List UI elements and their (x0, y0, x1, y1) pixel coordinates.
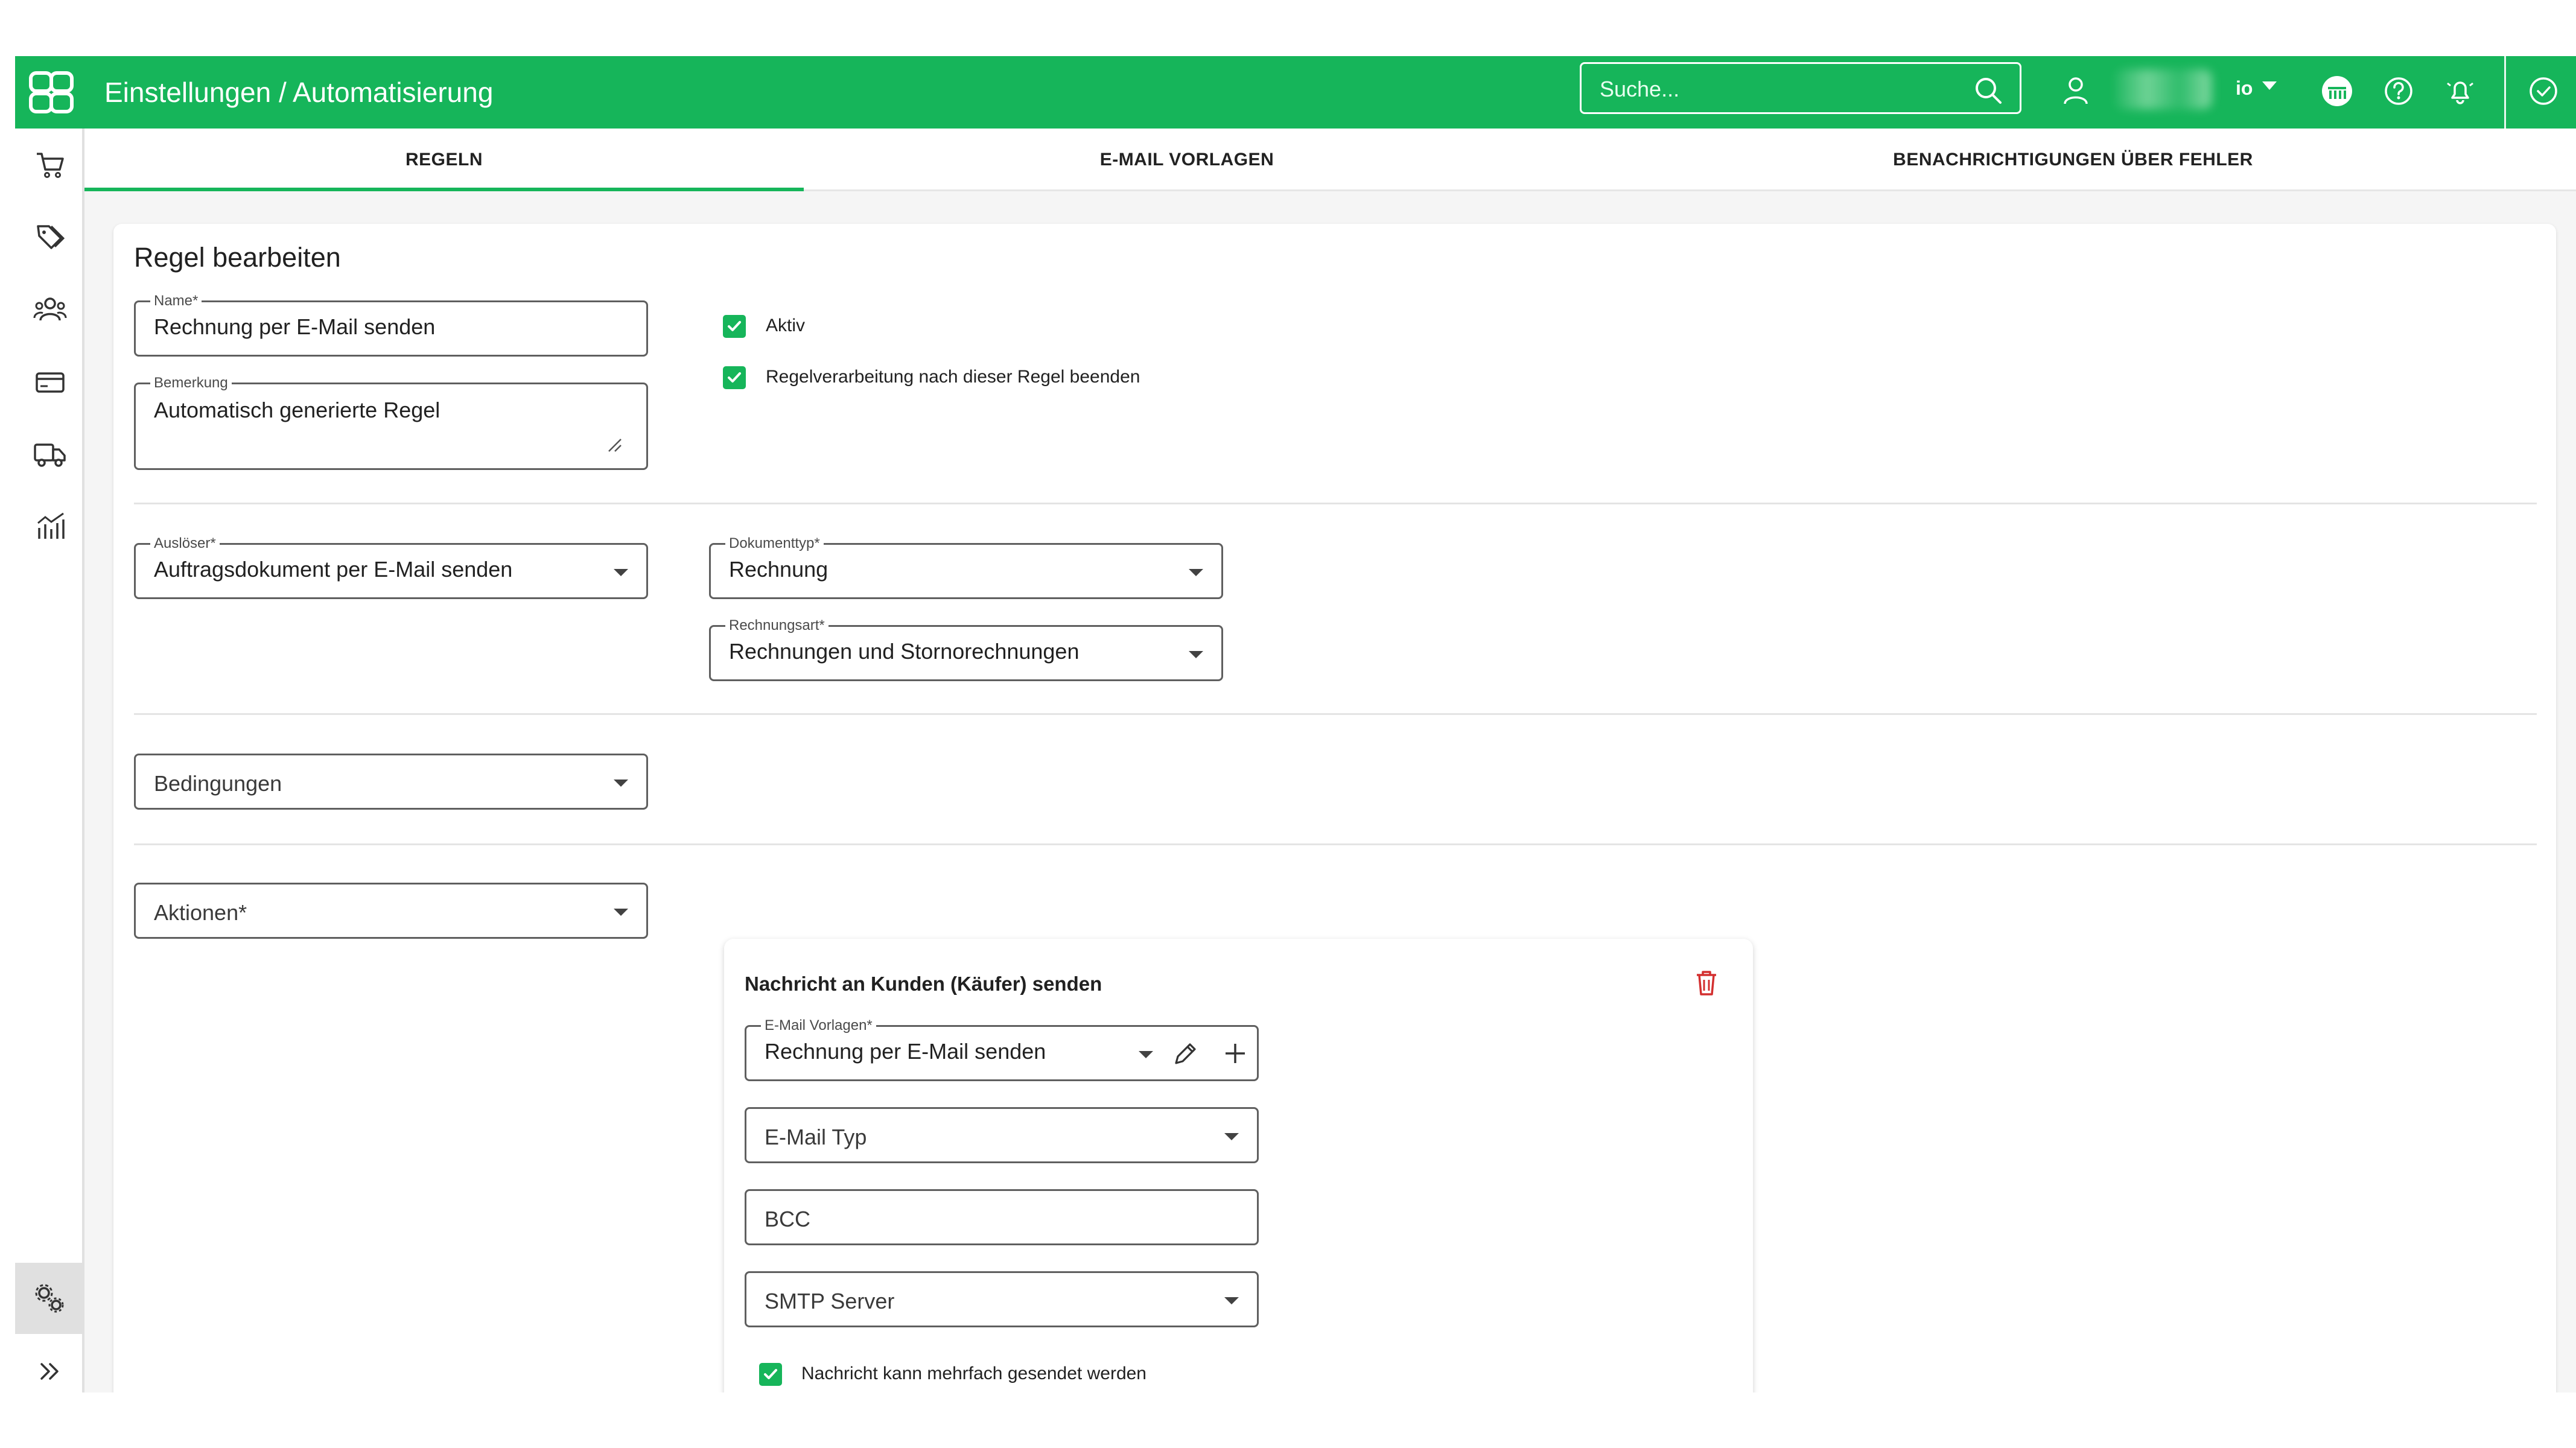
trigger-select[interactable]: Auslöser* Auftragsdokument per E-Mail se… (134, 535, 648, 599)
remark-field-value[interactable]: Automatisch generierte Regel (154, 398, 440, 423)
active-checkbox-label: Aktiv (766, 316, 806, 335)
document-type-select[interactable]: Dokumenttyp* Rechnung (709, 535, 1223, 599)
actions-select[interactable]: Aktionen* (134, 883, 648, 939)
trigger-select-value: Auftragsdokument per E-Mail senden (154, 557, 513, 582)
credit-card-icon[interactable] (32, 364, 68, 400)
section-divider (134, 503, 2537, 504)
chevron-down-icon[interactable] (2262, 81, 2277, 90)
dropdown-arrow-icon (614, 909, 628, 916)
document-type-label: Dokumenttyp* (725, 535, 824, 552)
sidebar (15, 129, 84, 1392)
smtp-server-placeholder: SMTP Server (765, 1289, 895, 1313)
brand-logo-icon[interactable] (28, 69, 74, 115)
remark-field[interactable]: Bemerkung Automatisch generierte Regel (134, 375, 648, 470)
top-bar: Einstellungen / Automatisierung io (15, 56, 2576, 129)
settings-gears-icon[interactable] (32, 1281, 68, 1317)
shop-icon[interactable] (2319, 73, 2355, 109)
trigger-select-label: Auslöser* (150, 535, 220, 552)
action-card: Nachricht an Kunden (Käufer) senden E-Ma… (724, 939, 1753, 1392)
analytics-icon[interactable] (32, 509, 68, 545)
tab-email-templates[interactable]: E-MAIL VORLAGEN (804, 129, 1570, 191)
plus-icon[interactable] (1221, 1039, 1250, 1068)
search-icon[interactable] (1973, 75, 2004, 106)
cart-icon[interactable] (32, 147, 68, 183)
multi-send-label: Nachricht kann mehrfach gesendet werden (801, 1364, 1146, 1383)
dropdown-arrow-icon (1224, 1133, 1239, 1140)
multi-send-checkbox[interactable] (759, 1363, 782, 1386)
expand-chevrons-icon[interactable] (32, 1353, 68, 1389)
document-type-value: Rechnung (729, 557, 828, 582)
stop-processing-checkbox[interactable] (723, 366, 746, 389)
bcc-field[interactable]: BCC (745, 1189, 1259, 1245)
smtp-server-select[interactable]: SMTP Server (745, 1271, 1259, 1327)
page-title: Regel bearbeiten (134, 242, 341, 273)
truck-icon[interactable] (32, 436, 68, 472)
users-icon[interactable] (32, 291, 68, 328)
dropdown-arrow-icon (1189, 569, 1203, 576)
invoice-type-value: Rechnungen und Stornorechnungen (729, 639, 1080, 664)
name-field[interactable]: Name* Rechnung per E-Mail senden (134, 293, 648, 357)
name-field-label: Name* (150, 293, 202, 310)
conditions-select[interactable]: Bedingungen (134, 754, 648, 810)
dropdown-arrow-icon[interactable] (1139, 1051, 1153, 1058)
topbar-divider (2504, 56, 2506, 129)
tags-icon[interactable] (32, 219, 68, 255)
tab-rules[interactable]: REGELN (84, 129, 804, 191)
section-divider (134, 713, 2537, 715)
dropdown-arrow-icon (614, 569, 628, 576)
email-type-select[interactable]: E-Mail Typ (745, 1107, 1259, 1163)
email-type-placeholder: E-Mail Typ (765, 1125, 867, 1149)
invoice-type-select[interactable]: Rechnungsart* Rechnungen und Stornorechn… (709, 617, 1223, 681)
notification-bell-icon[interactable] (2442, 73, 2478, 109)
resize-handle-icon[interactable] (606, 437, 622, 453)
tab-bar: REGELN E-MAIL VORLAGEN BENACHRICHTIGUNGE… (84, 129, 2576, 191)
help-icon[interactable] (2380, 73, 2417, 109)
name-field-value[interactable]: Rechnung per E-Mail senden (154, 314, 435, 340)
conditions-placeholder: Bedingungen (154, 771, 282, 796)
search-box[interactable] (1580, 62, 2021, 114)
section-divider (134, 843, 2537, 845)
check-circle-icon[interactable] (2525, 73, 2562, 109)
dropdown-arrow-icon (614, 780, 628, 787)
active-tab-indicator (84, 188, 804, 191)
app-window: Einstellungen / Automatisierung io (15, 56, 2576, 1392)
user-menu-label[interactable]: io (2236, 77, 2253, 100)
trash-icon[interactable] (1692, 968, 1721, 998)
dropdown-arrow-icon (1224, 1297, 1239, 1304)
stop-processing-label: Regelverarbeitung nach dieser Regel been… (766, 367, 1140, 387)
email-template-value: Rechnung per E-Mail senden (765, 1039, 1046, 1064)
bcc-placeholder: BCC (765, 1207, 811, 1231)
email-template-select[interactable]: E-Mail Vorlagen* Rechnung per E-Mail sen… (745, 1017, 1259, 1081)
breadcrumb: Einstellungen / Automatisierung (104, 77, 494, 108)
pencil-icon[interactable] (1171, 1039, 1200, 1068)
user-icon[interactable] (2058, 73, 2094, 109)
dropdown-arrow-icon (1189, 651, 1203, 658)
actions-placeholder: Aktionen* (154, 900, 247, 925)
search-input[interactable] (1600, 75, 1962, 104)
email-template-label: E-Mail Vorlagen* (761, 1017, 876, 1034)
remark-field-label: Bemerkung (150, 375, 232, 392)
active-checkbox[interactable] (723, 315, 746, 338)
user-name-blurred (2115, 69, 2212, 109)
invoice-type-label: Rechnungsart* (725, 617, 828, 634)
tab-error-notifications[interactable]: BENACHRICHTIGUNGEN ÜBER FEHLER (1570, 129, 2576, 191)
action-title: Nachricht an Kunden (Käufer) senden (745, 973, 1102, 995)
